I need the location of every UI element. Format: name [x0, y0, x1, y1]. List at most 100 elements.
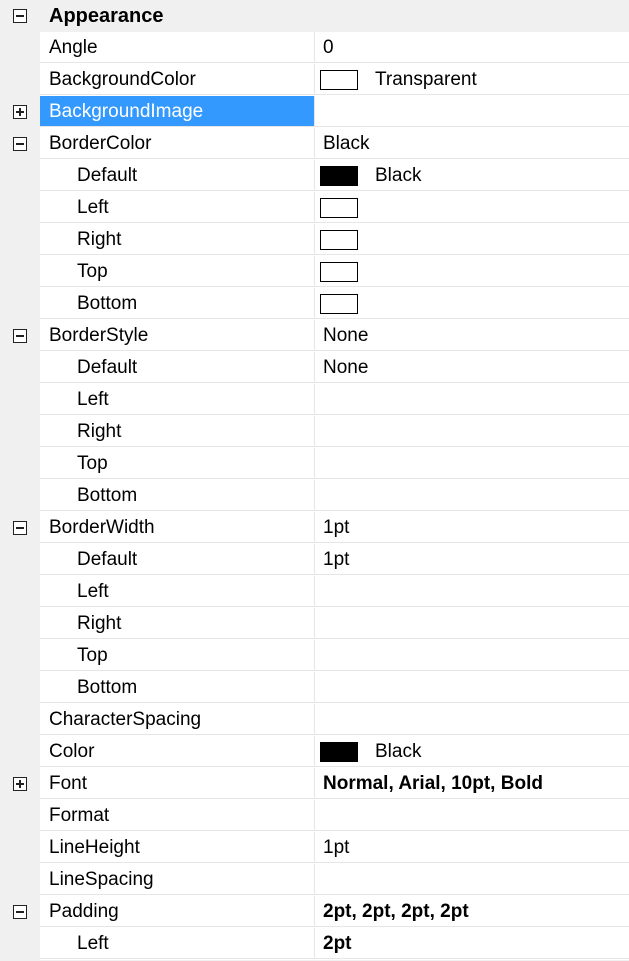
expand-icon[interactable] — [13, 777, 27, 791]
collapse-icon[interactable] — [13, 905, 27, 919]
property-row[interactable]: BackgroundImage — [0, 96, 629, 128]
property-rows: Angle 0 BackgroundColor Transparent Backgrou… — [0, 32, 629, 960]
property-name[interactable]: Top — [40, 256, 315, 287]
property-row[interactable]: BorderStyle None — [0, 320, 629, 352]
property-value[interactable] — [315, 800, 629, 831]
property-row[interactable]: Right — [0, 224, 629, 256]
property-value[interactable] — [315, 608, 629, 639]
property-value[interactable]: 0 — [315, 32, 629, 63]
property-row[interactable]: Left — [0, 192, 629, 224]
property-value[interactable] — [315, 256, 629, 287]
property-row[interactable]: Top — [0, 448, 629, 480]
property-name[interactable]: Bottom — [40, 480, 315, 511]
property-name[interactable]: Font — [40, 768, 315, 799]
property-name[interactable]: LineSpacing — [40, 864, 315, 895]
property-name[interactable]: BackgroundImage — [40, 96, 315, 127]
property-row[interactable]: LineSpacing — [0, 864, 629, 896]
category-row-appearance[interactable]: Appearance — [0, 0, 629, 32]
collapse-icon[interactable] — [13, 329, 27, 343]
row-gutter — [0, 864, 40, 896]
property-value[interactable] — [315, 640, 629, 671]
property-value[interactable]: 1pt — [315, 832, 629, 863]
property-value[interactable]: Black — [315, 736, 629, 767]
property-value[interactable] — [315, 416, 629, 447]
property-name[interactable]: BorderColor — [40, 128, 315, 159]
property-value[interactable] — [315, 704, 629, 735]
property-row[interactable]: Left — [0, 384, 629, 416]
property-row[interactable]: Padding 2pt, 2pt, 2pt, 2pt — [0, 896, 629, 928]
property-name[interactable]: Color — [40, 736, 315, 767]
property-name[interactable]: Left — [40, 576, 315, 607]
property-row[interactable]: Bottom — [0, 480, 629, 512]
property-name[interactable]: Format — [40, 800, 315, 831]
property-row[interactable]: BorderColor Black — [0, 128, 629, 160]
property-value[interactable] — [315, 576, 629, 607]
property-name[interactable]: Padding — [40, 896, 315, 927]
row-gutter — [0, 256, 40, 288]
property-name[interactable]: Right — [40, 608, 315, 639]
property-value[interactable] — [315, 96, 629, 127]
property-row[interactable]: Top — [0, 256, 629, 288]
collapse-icon[interactable] — [13, 9, 27, 23]
expand-icon[interactable] — [13, 105, 27, 119]
property-row[interactable]: BorderWidth 1pt — [0, 512, 629, 544]
property-name[interactable]: BorderStyle — [40, 320, 315, 351]
property-value[interactable]: 2pt, 2pt, 2pt, 2pt — [315, 896, 629, 927]
property-row[interactable]: Color Black — [0, 736, 629, 768]
property-row[interactable]: Bottom — [0, 672, 629, 704]
property-name[interactable]: Angle — [40, 32, 315, 63]
property-name[interactable]: Top — [40, 640, 315, 671]
property-value[interactable] — [315, 448, 629, 479]
property-name[interactable]: Default — [40, 544, 315, 575]
property-name[interactable]: Default — [40, 160, 315, 191]
property-name[interactable]: BorderWidth — [40, 512, 315, 543]
property-name[interactable]: Right — [40, 224, 315, 255]
property-row[interactable]: Default None — [0, 352, 629, 384]
property-name[interactable]: Top — [40, 448, 315, 479]
property-value[interactable]: Normal, Arial, 10pt, Bold — [315, 768, 629, 799]
property-row[interactable]: Bottom — [0, 288, 629, 320]
property-name[interactable]: LineHeight — [40, 832, 315, 863]
property-name[interactable]: Left — [40, 928, 315, 959]
property-value[interactable]: Black — [315, 128, 629, 159]
property-name[interactable]: Right — [40, 416, 315, 447]
property-value[interactable] — [315, 192, 629, 223]
property-row[interactable]: Angle 0 — [0, 32, 629, 64]
property-row[interactable]: BackgroundColor Transparent — [0, 64, 629, 96]
property-row[interactable]: Right — [0, 416, 629, 448]
property-value[interactable]: 1pt — [315, 544, 629, 575]
property-name[interactable]: Bottom — [40, 288, 315, 319]
property-name[interactable]: Bottom — [40, 672, 315, 703]
property-name[interactable]: BackgroundColor — [40, 64, 315, 95]
property-row[interactable]: Left 2pt — [0, 928, 629, 960]
property-value[interactable]: Black — [315, 160, 629, 191]
property-row[interactable]: Format — [0, 800, 629, 832]
property-row[interactable]: Font Normal, Arial, 10pt, Bold — [0, 768, 629, 800]
property-value[interactable]: 2pt — [315, 928, 629, 959]
property-value[interactable] — [315, 672, 629, 703]
property-value[interactable]: Transparent — [315, 64, 629, 95]
property-name[interactable]: CharacterSpacing — [40, 704, 315, 735]
property-name[interactable]: Left — [40, 192, 315, 223]
property-row[interactable]: Default 1pt — [0, 544, 629, 576]
property-row[interactable]: Top — [0, 640, 629, 672]
property-value[interactable]: 1pt — [315, 512, 629, 543]
property-value[interactable] — [315, 864, 629, 895]
property-value[interactable] — [315, 480, 629, 511]
property-value[interactable] — [315, 384, 629, 415]
property-name[interactable]: Left — [40, 384, 315, 415]
property-value[interactable] — [315, 288, 629, 319]
property-name[interactable]: Default — [40, 352, 315, 383]
property-row[interactable]: CharacterSpacing — [0, 704, 629, 736]
collapse-icon[interactable] — [13, 137, 27, 151]
row-gutter — [0, 192, 40, 224]
property-value[interactable] — [315, 224, 629, 255]
property-row[interactable]: LineHeight 1pt — [0, 832, 629, 864]
row-gutter — [0, 160, 40, 192]
property-row[interactable]: Left — [0, 576, 629, 608]
property-row[interactable]: Right — [0, 608, 629, 640]
property-value[interactable]: None — [315, 352, 629, 383]
collapse-icon[interactable] — [13, 521, 27, 535]
property-value[interactable]: None — [315, 320, 629, 351]
property-row[interactable]: Default Black — [0, 160, 629, 192]
